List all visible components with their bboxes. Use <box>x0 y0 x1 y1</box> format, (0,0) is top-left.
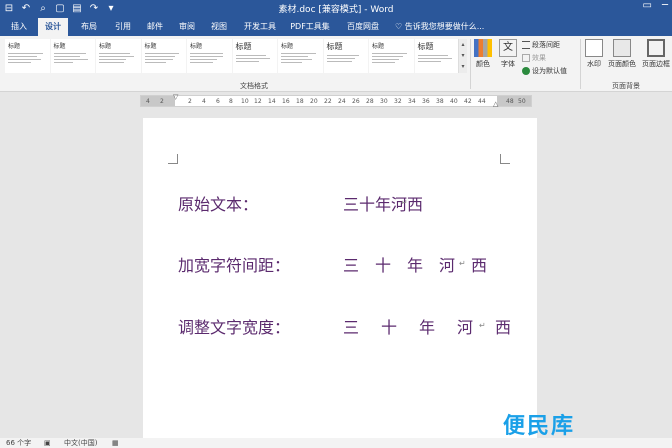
tab-references[interactable]: 引用 <box>108 18 138 36</box>
tab-insert[interactable]: 插入 <box>4 18 34 36</box>
doc-line-spacing[interactable]: 加宽字符间距： 三十年河西 <box>178 252 487 276</box>
watermark-logo: 便民库 <box>503 414 576 439</box>
set-default-button[interactable]: 设为默认值 <box>522 66 567 76</box>
tab-pdf-tools[interactable]: PDF工具集 <box>286 18 334 36</box>
style-set-item[interactable]: 标题 <box>50 39 95 73</box>
margin-corner-top-right <box>500 154 510 164</box>
gallery-scrollbar[interactable]: ▴ ▾ ▾ <box>458 39 467 73</box>
fonts-icon: 文 <box>499 39 517 57</box>
paragraph-mark-icon: ↵ <box>459 259 466 268</box>
paragraph-spacing-icon <box>522 41 530 49</box>
word-count[interactable]: 66 个字 <box>6 438 31 448</box>
style-set-item[interactable]: 标题 <box>232 39 277 73</box>
ribbon-tabs: 插入 设计 布局 引用 邮件 审阅 视图 开发工具 PDF工具集 百度网盘 ♡ … <box>0 18 672 36</box>
document-page[interactable]: 原始文本： 三十年河西 ↵ 加宽字符间距： 三十年河西 ↵ 调整文字宽度： 三十… <box>143 118 537 438</box>
group-label-page-bg: 页面背景 <box>612 82 640 90</box>
style-set-item[interactable]: 标题 <box>141 39 186 73</box>
style-set-item[interactable]: 标题 <box>96 39 141 73</box>
ribbon-separator <box>580 39 581 89</box>
proofing-icon[interactable]: ▣ <box>44 438 51 448</box>
tab-review[interactable]: 审阅 <box>172 18 202 36</box>
right-indent-marker-icon[interactable]: △ <box>493 100 498 108</box>
style-set-item[interactable]: 标题 <box>369 39 414 73</box>
tell-me-box[interactable]: ♡ 告诉我您想要做什么... <box>395 21 484 32</box>
doc-line-original[interactable]: 原始文本： 三十年河西 <box>178 191 423 215</box>
style-set-item[interactable]: 标题 <box>323 39 368 73</box>
colors-icon <box>474 39 492 57</box>
tab-developer[interactable]: 开发工具 <box>240 18 280 36</box>
watermark-icon <box>585 39 603 57</box>
page-border-button[interactable]: 页面边框 <box>641 39 671 69</box>
margin-corner-top-left <box>168 154 178 164</box>
style-set-gallery: 标题 标题 标题 标题 标题 标题 标题 标题 标题 标题 <box>5 39 467 73</box>
fonts-button[interactable]: 文 字体 <box>497 39 519 69</box>
ribbon-display-icon[interactable]: ▭ <box>643 0 652 11</box>
ribbon-separator <box>470 39 471 89</box>
page-color-icon <box>613 39 631 57</box>
indent-marker-icon[interactable]: ▽ <box>173 93 178 101</box>
tab-layout[interactable]: 布局 <box>74 18 104 36</box>
group-label-doc-format: 文档格式 <box>240 82 268 90</box>
tab-view[interactable]: 视图 <box>204 18 234 36</box>
tab-mailings[interactable]: 邮件 <box>140 18 170 36</box>
checkmark-icon <box>522 67 530 75</box>
tell-me-text: 告诉我您想要做什么... <box>404 22 485 31</box>
window-controls: ▭ ─ <box>643 0 668 11</box>
macro-icon[interactable]: ▦ <box>112 438 119 448</box>
doc-line-width[interactable]: 调整文字宽度： 三十年河西 <box>178 314 511 338</box>
style-set-item[interactable]: 标题 <box>414 39 459 73</box>
language-indicator[interactable]: 中文(中国) <box>64 438 97 448</box>
page-color-button[interactable]: 页面颜色 <box>607 39 637 69</box>
style-set-item[interactable]: 标题 <box>278 39 323 73</box>
paragraph-mark-icon: ↵ <box>401 198 408 207</box>
style-set-item[interactable]: 标题 <box>5 39 50 73</box>
colors-button[interactable]: 颜色 <box>472 39 494 69</box>
ribbon: 标题 标题 标题 标题 标题 标题 标题 标题 标题 标题 ▴ ▾ ▾ 文档格式 颜… <box>0 36 672 92</box>
paragraph-spacing-button[interactable]: 段落间距 <box>522 40 560 50</box>
tab-design[interactable]: 设计 <box>38 18 68 36</box>
page-border-icon <box>647 39 665 57</box>
minimize-icon[interactable]: ─ <box>662 0 668 11</box>
window-title: 素材.doc [兼容模式] - Word <box>278 5 394 15</box>
style-set-item[interactable]: 标题 <box>187 39 232 73</box>
effects-icon <box>522 54 530 62</box>
paragraph-mark-icon: ↵ <box>479 321 486 330</box>
horizontal-ruler[interactable]: 4 2 2 4 6 8 10 12 14 16 18 20 22 24 26 2… <box>140 93 532 108</box>
effects-button[interactable]: 效果 <box>522 53 546 63</box>
title-bar: ⊟ ↶ ⌕ ▢ ▤ ↷ ▾ 素材.doc [兼容模式] - Word ▭ ─ <box>0 0 672 18</box>
tab-baidu-netdisk[interactable]: 百度网盘 <box>340 18 386 36</box>
watermark-button[interactable]: 水印 <box>583 39 605 69</box>
lightbulb-icon: ♡ <box>395 22 403 31</box>
